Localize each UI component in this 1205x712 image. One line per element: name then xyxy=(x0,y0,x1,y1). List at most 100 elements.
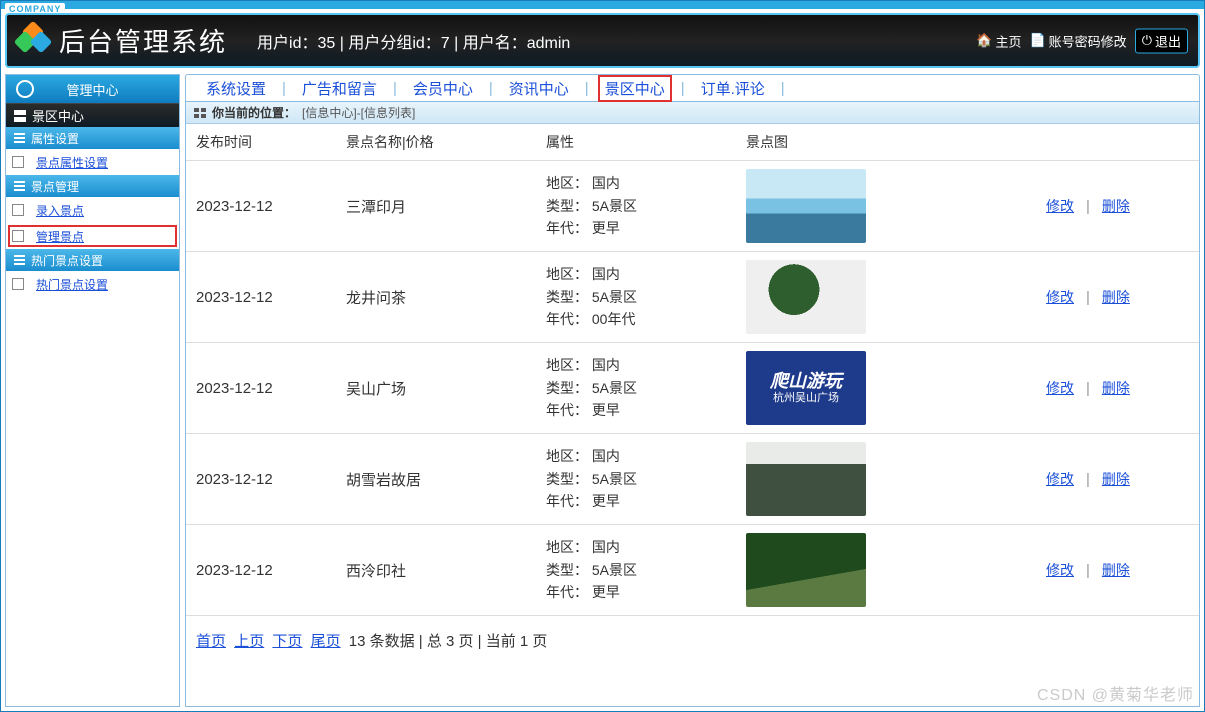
home-link[interactable]: 🏠 主页 xyxy=(976,28,1021,53)
pager-next[interactable]: 下页 xyxy=(272,633,302,650)
cell-thumb: 爬山游玩杭州吴山广场 xyxy=(736,343,1036,434)
pager-last[interactable]: 尾页 xyxy=(311,633,341,650)
nav-separator: | xyxy=(777,80,789,97)
cell-date: 2023-12-12 xyxy=(186,525,336,616)
column-header: 景点图 xyxy=(736,124,1036,161)
top-nav: 系统设置|广告和留言|会员中心|资讯中心|景区中心|订单.评论| xyxy=(185,74,1200,102)
nav-separator: | xyxy=(389,80,401,97)
nav-separator: | xyxy=(581,80,593,97)
sidebar-link[interactable]: 录入景点 xyxy=(6,197,179,223)
edit-link[interactable]: 修改 xyxy=(1046,380,1074,396)
table-row: 2023-12-12胡雪岩故居地区： 国内类型： 5A景区年代： 更早 修改|删除 xyxy=(186,434,1199,525)
ops-separator: | xyxy=(1074,289,1102,306)
pager-prev[interactable]: 上页 xyxy=(234,633,264,650)
sidebar-group[interactable]: 热门景点设置 xyxy=(6,249,179,271)
nav-separator: | xyxy=(677,80,689,97)
sidebar-link[interactable]: 热门景点设置 xyxy=(6,271,179,297)
change-password-link[interactable]: 📄 账号密码修改 xyxy=(1029,28,1126,53)
ops-separator: | xyxy=(1074,562,1102,579)
delete-link[interactable]: 删除 xyxy=(1102,289,1130,305)
nav-item-4[interactable]: 景区中心 xyxy=(599,76,671,101)
logout-button[interactable]: ⏻ 退出 xyxy=(1135,28,1188,53)
column-header xyxy=(1036,124,1199,161)
thumbnail: 爬山游玩杭州吴山广场 xyxy=(746,351,866,425)
sidebar-link[interactable]: 景点属性设置 xyxy=(6,149,179,175)
nav-item-5[interactable]: 订单.评论 xyxy=(695,76,771,101)
edit-link[interactable]: 修改 xyxy=(1046,562,1074,578)
thumbnail xyxy=(746,260,866,334)
cell-name: 西泠印社 xyxy=(336,525,536,616)
ops-separator: | xyxy=(1074,380,1102,397)
column-header: 景点名称|价格 xyxy=(336,124,536,161)
sidebar-group-label: 景点管理 xyxy=(31,178,79,195)
cell-thumb xyxy=(736,525,1036,616)
sidebar-group-label: 属性设置 xyxy=(31,130,79,147)
nav-item-2[interactable]: 会员中心 xyxy=(407,76,479,101)
delete-link[interactable]: 删除 xyxy=(1102,380,1130,396)
sidebar-group[interactable]: 属性设置 xyxy=(6,127,179,149)
sidebar-link-label[interactable]: 管理景点 xyxy=(36,228,84,245)
edit-link[interactable]: 修改 xyxy=(1046,198,1074,214)
nav-separator: | xyxy=(485,80,497,97)
sidebar-group[interactable]: 景点管理 xyxy=(6,175,179,197)
table-row: 2023-12-12龙井问茶地区： 国内类型： 5A景区年代： 00年代修改|删… xyxy=(186,252,1199,343)
cell-ops: 修改|删除 xyxy=(1036,252,1199,343)
cell-attrs: 地区： 国内类型： 5A景区年代： 更早 xyxy=(536,434,736,525)
grid-icon xyxy=(14,110,26,122)
thumbnail xyxy=(746,442,866,516)
cell-thumb xyxy=(736,252,1036,343)
sidebar-link-label[interactable]: 热门景点设置 xyxy=(36,276,108,293)
delete-link[interactable]: 删除 xyxy=(1102,198,1130,214)
cell-name: 吴山广场 xyxy=(336,343,536,434)
data-table: 发布时间景点名称|价格属性景点图 2023-12-12三潭印月地区： 国内类型：… xyxy=(186,124,1199,616)
cell-attrs: 地区： 国内类型： 5A景区年代： 更早 xyxy=(536,525,736,616)
cell-attrs: 地区： 国内类型： 5A景区年代： 00年代 xyxy=(536,252,736,343)
sidebar-section: 景区中心 xyxy=(6,103,179,127)
app-title: 后台管理系统 xyxy=(59,22,227,59)
column-header: 发布时间 xyxy=(186,124,336,161)
user-info: 用户id：35 | 用户分组id：7 | 用户名：admin xyxy=(257,29,570,53)
cell-thumb xyxy=(736,434,1036,525)
pager-first[interactable]: 首页 xyxy=(196,633,226,650)
bars-icon xyxy=(14,181,25,191)
main-panel: 你当前的位置： [信息中心]-[信息列表] 发布时间景点名称|价格属性景点图 2… xyxy=(185,102,1200,707)
nav-item-1[interactable]: 广告和留言 xyxy=(296,76,383,101)
home-link-label: 主页 xyxy=(995,31,1021,50)
ops-separator: | xyxy=(1074,198,1102,215)
table-row: 2023-12-12三潭印月地区： 国内类型： 5A景区年代： 更早修改|删除 xyxy=(186,161,1199,252)
cell-attrs: 地区： 国内类型： 5A景区年代： 更早 xyxy=(536,343,736,434)
column-header: 属性 xyxy=(536,124,736,161)
sidebar-link-label[interactable]: 录入景点 xyxy=(36,202,84,219)
cell-ops: 修改|删除 xyxy=(1036,525,1199,616)
pager: 首页 上页 下页 尾页 13 条数据 | 总 3 页 | 当前 1 页 xyxy=(186,616,1199,665)
cell-ops: 修改|删除 xyxy=(1036,161,1199,252)
cell-thumb xyxy=(736,161,1036,252)
logout-label: 退出 xyxy=(1155,31,1181,50)
sidebar-link[interactable]: 管理景点 xyxy=(6,223,179,249)
grid-icon xyxy=(194,108,206,118)
cell-ops: 修改|删除 xyxy=(1036,343,1199,434)
breadcrumb-label: 你当前的位置： xyxy=(212,104,296,121)
sidebar-section-label: 景区中心 xyxy=(32,106,84,125)
sidebar-link-label[interactable]: 景点属性设置 xyxy=(36,154,108,171)
cell-name: 三潭印月 xyxy=(336,161,536,252)
cell-name: 胡雪岩故居 xyxy=(336,434,536,525)
change-password-label: 账号密码修改 xyxy=(1049,31,1127,50)
cell-date: 2023-12-12 xyxy=(186,434,336,525)
cell-ops: 修改|删除 xyxy=(1036,434,1199,525)
nav-item-3[interactable]: 资讯中心 xyxy=(503,76,575,101)
cell-name: 龙井问茶 xyxy=(336,252,536,343)
bars-icon xyxy=(14,255,25,265)
edit-link[interactable]: 修改 xyxy=(1046,289,1074,305)
edit-link[interactable]: 修改 xyxy=(1046,471,1074,487)
cell-date: 2023-12-12 xyxy=(186,161,336,252)
sidebar: 管理中心 景区中心 属性设置景点属性设置景点管理录入景点管理景点热门景点设置热门… xyxy=(5,74,180,707)
pager-info: 13 条数据 | 总 3 页 | 当前 1 页 xyxy=(349,633,548,650)
app-header: 后台管理系统 用户id：35 | 用户分组id：7 | 用户名：admin 🏠 … xyxy=(5,13,1200,68)
delete-link[interactable]: 删除 xyxy=(1102,471,1130,487)
delete-link[interactable]: 删除 xyxy=(1102,562,1130,578)
sidebar-group-label: 热门景点设置 xyxy=(31,252,103,269)
table-row: 2023-12-12西泠印社地区： 国内类型： 5A景区年代： 更早 修改|删除 xyxy=(186,525,1199,616)
nav-item-0[interactable]: 系统设置 xyxy=(200,76,272,101)
table-row: 2023-12-12吴山广场地区： 国内类型： 5A景区年代： 更早爬山游玩杭州… xyxy=(186,343,1199,434)
